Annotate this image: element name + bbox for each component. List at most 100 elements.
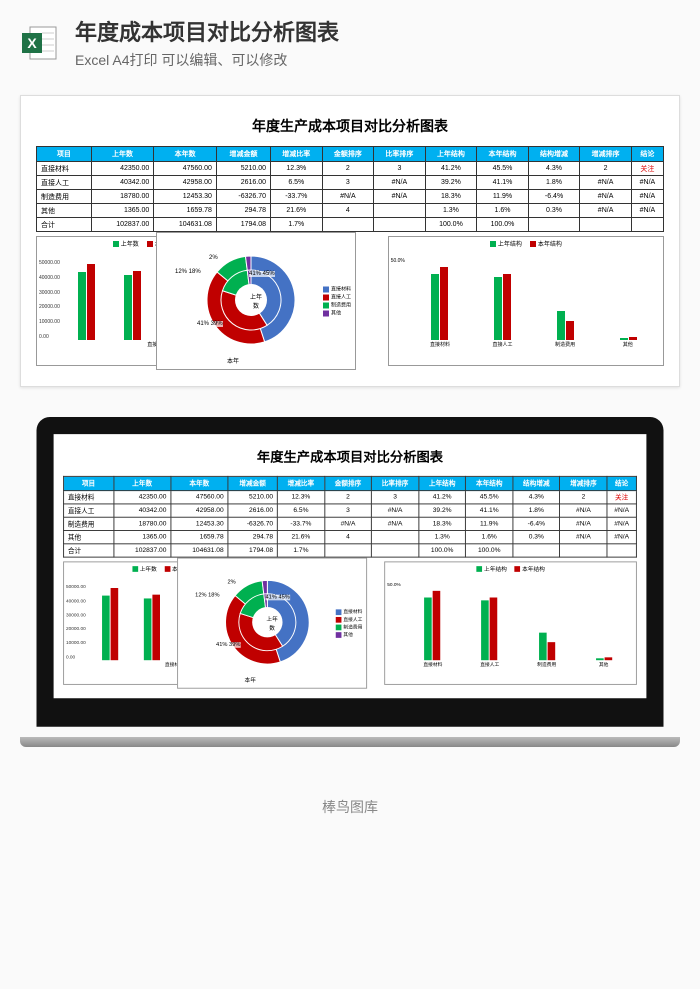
table-cell <box>560 544 607 557</box>
table-cell: 12.3% <box>277 491 324 504</box>
table-header: 比率排序 <box>374 147 426 162</box>
table-cell: 42350.00 <box>114 491 171 504</box>
table-cell: 41.1% <box>477 176 529 190</box>
table-cell: #N/A <box>322 190 374 204</box>
bar <box>143 599 151 660</box>
legend-item: 其他 <box>336 631 363 638</box>
bar-group <box>404 591 460 660</box>
x-axis: 直接材料直接人工制造费用其他 <box>404 661 632 668</box>
table-row: 制造费用18780.0012453.30-6326.70-33.7%#N/A#N… <box>37 190 664 204</box>
table-header: 增减金额 <box>228 476 277 490</box>
donut-center-label: 上年数 <box>266 615 277 632</box>
y-axis: 50000.0040000.0030000.0020000.0010000.00… <box>39 260 60 340</box>
donut-legend: 直接材料直接人工制造费用其他 <box>336 607 363 638</box>
table-cell: 1794.08 <box>228 544 277 557</box>
laptop-screen: 年度生产成本项目对比分析图表 项目上年数本年数增减金额增减比率金额排序比率排序上… <box>37 417 664 727</box>
pct-label: 2% <box>209 255 218 261</box>
table-cell: 2616.00 <box>228 504 277 517</box>
table-cell: 5210.00 <box>216 162 270 176</box>
table-cell: -33.7% <box>271 190 323 204</box>
table-header: 增减排序 <box>580 147 632 162</box>
chart-legend: 上年结构本年结构 <box>389 237 663 250</box>
table-cell: #N/A <box>372 517 419 530</box>
legend-item: 上年结构 <box>490 239 522 248</box>
table-header: 上年数 <box>91 147 154 162</box>
table-cell: 2 <box>560 491 607 504</box>
table-cell: 其他 <box>37 204 92 218</box>
table-cell: #N/A <box>374 190 426 204</box>
table-cell: 1.6% <box>466 531 513 544</box>
y-axis: 50000.0040000.0030000.0020000.0010000.00… <box>66 584 86 660</box>
legend-item: 制造费用 <box>336 624 363 631</box>
table-cell: 18.3% <box>419 517 466 530</box>
bar <box>440 267 448 340</box>
table-cell: 18.3% <box>425 190 477 204</box>
bar <box>481 601 489 661</box>
document-title: 年度生产成本项目对比分析图表 <box>36 116 664 136</box>
table-cell: 39.2% <box>425 176 477 190</box>
bar-group <box>519 632 575 660</box>
table-header: 比率排序 <box>372 476 419 490</box>
bar-group <box>91 588 130 660</box>
table-header: 金额排序 <box>322 147 374 162</box>
table-cell: 3 <box>374 162 426 176</box>
table-cell <box>374 218 426 232</box>
document-title: 年度生产成本项目对比分析图表 <box>63 447 637 466</box>
table-cell: 直接材料 <box>64 491 114 504</box>
bar <box>78 272 86 340</box>
table-row: 合计102837.00104631.081794.081.7%100.0%100… <box>37 218 664 232</box>
page-header: X 年度成本项目对比分析图表 Excel A4打印 可以编辑、可以修改 <box>0 0 700 85</box>
charts-row: 上年数本年数50000.0040000.0030000.0020000.0010… <box>63 561 637 685</box>
table-header: 项目 <box>37 147 92 162</box>
table-cell: 0.3% <box>528 204 580 218</box>
table-cell: 6.5% <box>277 504 324 517</box>
bar <box>431 274 439 340</box>
table-header: 上年结构 <box>419 476 466 490</box>
table-cell: 41.2% <box>419 491 466 504</box>
table-cell: 11.9% <box>477 190 529 204</box>
bar <box>539 632 547 660</box>
bars <box>404 584 632 660</box>
bar <box>566 321 574 340</box>
bar <box>620 338 628 340</box>
table-cell: 1.3% <box>419 531 466 544</box>
table-header: 结论 <box>631 147 663 162</box>
table-cell <box>631 218 663 232</box>
table-cell: 1.8% <box>513 504 560 517</box>
legend-item: 直接材料 <box>336 608 363 615</box>
table-cell: 4.3% <box>528 162 580 176</box>
table-cell: #N/A <box>560 504 607 517</box>
table-cell: 合计 <box>64 544 114 557</box>
table-cell: 294.78 <box>228 531 277 544</box>
table-cell: 3 <box>324 504 371 517</box>
table-cell: 45.5% <box>477 162 529 176</box>
page-subtitle: Excel A4打印 可以编辑、可以修改 <box>75 50 339 70</box>
table-cell: 3 <box>372 491 419 504</box>
table-cell: #N/A <box>631 190 663 204</box>
table-cell: 制造费用 <box>64 517 114 530</box>
table-row: 直接人工40342.0042958.002616.006.5%3#N/A39.2… <box>37 176 664 190</box>
table-cell: 1659.78 <box>154 204 217 218</box>
table-cell: 合计 <box>37 218 92 232</box>
table-cell: 制造费用 <box>37 190 92 204</box>
watermark: 棒鸟图库 <box>0 777 700 837</box>
bar <box>111 588 119 660</box>
donut-chart: 直接材料直接人工制造费用其他上年数41% 45%41% 39%12% 18%2%… <box>177 558 367 689</box>
table-cell <box>322 218 374 232</box>
cost-table: 项目上年数本年数增减金额增减比率金额排序比率排序上年结构本年结构结构增减增减排序… <box>63 476 637 558</box>
bar <box>490 598 498 660</box>
table-cell <box>374 204 426 218</box>
bar <box>152 595 160 660</box>
chart-legend: 上年结构本年结构 <box>385 562 636 574</box>
legend-item: 上年数 <box>113 239 139 248</box>
ring-label: 本年 <box>245 675 256 684</box>
table-row: 直接材料42350.0047560.005210.0012.3%2341.2%4… <box>64 491 637 504</box>
header-text: 年度成本项目对比分析图表 Excel A4打印 可以编辑、可以修改 <box>75 15 339 70</box>
bar-group <box>132 595 171 660</box>
table-cell: 41.1% <box>466 504 513 517</box>
cost-table: 项目上年数本年数增减金额增减比率金额排序比率排序上年结构本年结构结构增减增减排序… <box>36 146 664 232</box>
table-cell: 42350.00 <box>91 162 154 176</box>
table-cell: #N/A <box>560 531 607 544</box>
table-cell: 其他 <box>64 531 114 544</box>
table-cell <box>372 531 419 544</box>
